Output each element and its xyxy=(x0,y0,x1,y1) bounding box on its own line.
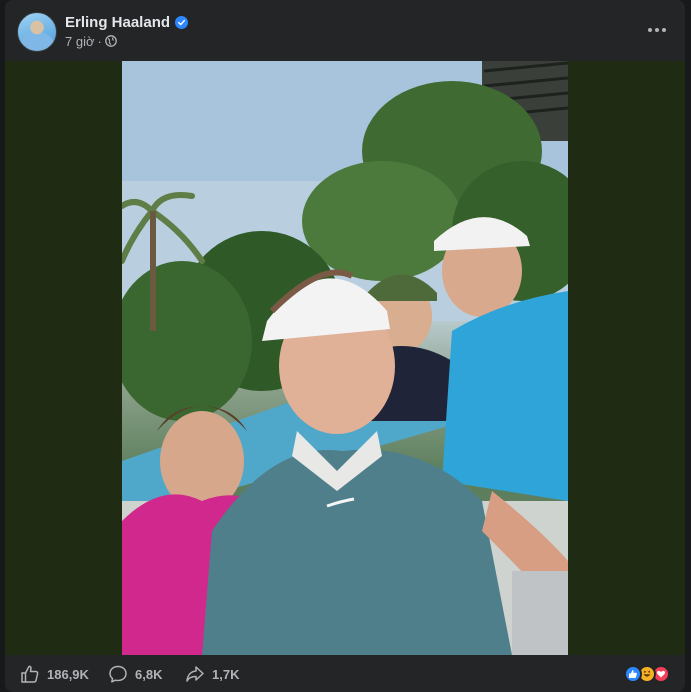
dot-icon xyxy=(655,28,659,32)
meta-separator: · xyxy=(97,33,102,49)
like-action[interactable]: 186,9K xyxy=(20,660,89,688)
comment-action[interactable]: 6,8K xyxy=(108,660,162,688)
reaction-summary[interactable] xyxy=(624,665,670,683)
share-action[interactable]: 1,7K xyxy=(185,660,239,688)
author-name[interactable]: Erling Haaland xyxy=(65,14,170,31)
photo-illustration xyxy=(122,61,568,655)
comment-count: 6,8K xyxy=(135,666,163,682)
share-count: 1,7K xyxy=(212,666,240,682)
dot-icon xyxy=(648,28,652,32)
like-count: 186,9K xyxy=(47,666,89,682)
verified-badge-icon xyxy=(175,15,189,29)
post-photo[interactable] xyxy=(122,61,568,655)
post-card: Erling Haaland 7 giờ · 186,9K 6,8K 1,7K xyxy=(5,0,685,692)
thumbs-up-icon xyxy=(21,665,39,683)
comment-icon xyxy=(109,665,127,683)
post-header: Erling Haaland 7 giờ · xyxy=(5,0,685,60)
share-icon xyxy=(186,666,204,682)
media-frame xyxy=(5,61,685,655)
author-row: Erling Haaland xyxy=(65,12,189,32)
author-avatar[interactable] xyxy=(17,12,57,52)
like-reaction-icon xyxy=(624,665,642,683)
dot-icon xyxy=(662,28,666,32)
post-time[interactable]: 7 giờ xyxy=(65,34,95,49)
post-meta: 7 giờ · xyxy=(65,33,117,49)
more-options-button[interactable] xyxy=(641,14,673,46)
globe-icon[interactable] xyxy=(104,35,117,47)
post-footer: 186,9K 6,8K 1,7K xyxy=(5,655,685,692)
